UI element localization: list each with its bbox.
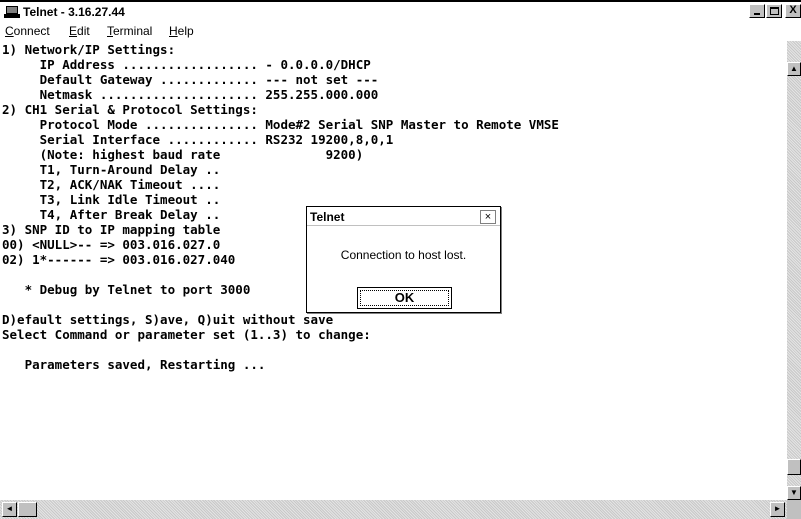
title-bar[interactable]: Telnet - 3.16.27.44 X bbox=[0, 2, 801, 22]
dialog-title: Telnet bbox=[310, 210, 345, 224]
menu-bar: Connect Edit Terminal Help bbox=[0, 22, 801, 41]
terminal-line: Parameters saved, Restarting ... bbox=[2, 357, 266, 372]
telnet-computer-icon[interactable] bbox=[4, 6, 20, 18]
dialog-message: Connection to host lost. bbox=[340, 248, 467, 262]
terminal-line: T4, After Break Delay .. bbox=[2, 207, 221, 222]
terminal-line: (Note: highest baud rate 9200) bbox=[2, 147, 364, 162]
vertical-scroll-thumb[interactable] bbox=[787, 459, 801, 475]
scroll-right-button[interactable]: ► bbox=[770, 502, 785, 517]
minimize-button[interactable] bbox=[749, 4, 765, 18]
terminal-line: * Debug by Telnet to port 3000 bbox=[2, 282, 251, 297]
terminal-line: T2, ACK/NAK Timeout .... bbox=[2, 177, 221, 192]
menu-connect[interactable]: Connect bbox=[5, 24, 50, 38]
maximize-button[interactable] bbox=[766, 4, 782, 18]
horizontal-scrollbar[interactable]: ◄ ► bbox=[0, 500, 787, 519]
connection-lost-dialog: Telnet × Connection to host lost. OK bbox=[306, 206, 501, 313]
maximize-icon bbox=[770, 7, 779, 15]
close-icon: × bbox=[484, 211, 492, 223]
terminal-line: T1, Turn-Around Delay .. bbox=[2, 162, 221, 177]
arrow-down-icon: ▼ bbox=[790, 488, 798, 497]
dialog-title-bar[interactable]: Telnet × bbox=[307, 207, 500, 226]
arrow-right-icon: ► bbox=[773, 504, 782, 513]
scroll-up-button[interactable]: ▲ bbox=[787, 62, 801, 76]
ok-button[interactable]: OK bbox=[357, 287, 452, 309]
terminal-line: Select Command or parameter set (1..3) t… bbox=[2, 327, 371, 342]
close-icon: X bbox=[789, 4, 797, 16]
terminal-line: T3, Link Idle Timeout .. bbox=[2, 192, 221, 207]
menu-terminal[interactable]: Terminal bbox=[107, 24, 152, 38]
vertical-scrollbar[interactable]: ▲ ▼ bbox=[787, 41, 801, 500]
scroll-left-button[interactable]: ◄ bbox=[2, 502, 17, 517]
terminal-line: 02) 1*------ => 003.016.027.040 bbox=[2, 252, 236, 267]
arrow-left-icon: ◄ bbox=[5, 504, 14, 513]
terminal-line: Protocol Mode ............... Mode#2 Ser… bbox=[2, 117, 559, 132]
window-title: Telnet - 3.16.27.44 bbox=[23, 5, 125, 19]
menu-edit[interactable]: Edit bbox=[69, 24, 90, 38]
terminal-line: Netmask ..................... 255.255.00… bbox=[2, 87, 379, 102]
scroll-down-button[interactable]: ▼ bbox=[787, 486, 801, 500]
menu-help[interactable]: Help bbox=[169, 24, 194, 38]
terminal-line: D)efault settings, S)ave, Q)uit without … bbox=[2, 312, 334, 327]
terminal-line: Serial Interface ............ RS232 1920… bbox=[2, 132, 394, 147]
terminal-line: Default Gateway ............. --- not se… bbox=[2, 72, 379, 87]
terminal-line: 3) SNP ID to IP mapping table bbox=[2, 222, 221, 237]
terminal-line: 1) Network/IP Settings: bbox=[2, 42, 176, 57]
dialog-close-button[interactable]: × bbox=[480, 210, 496, 224]
minimize-icon bbox=[754, 13, 760, 15]
close-button[interactable]: X bbox=[785, 4, 801, 18]
terminal-line: IP Address .................. - 0.0.0.0/… bbox=[2, 57, 371, 72]
terminal-line: 2) CH1 Serial & Protocol Settings: bbox=[2, 102, 258, 117]
resize-grip[interactable] bbox=[787, 500, 801, 519]
arrow-up-icon: ▲ bbox=[790, 64, 798, 73]
horizontal-scroll-thumb[interactable] bbox=[18, 502, 37, 517]
